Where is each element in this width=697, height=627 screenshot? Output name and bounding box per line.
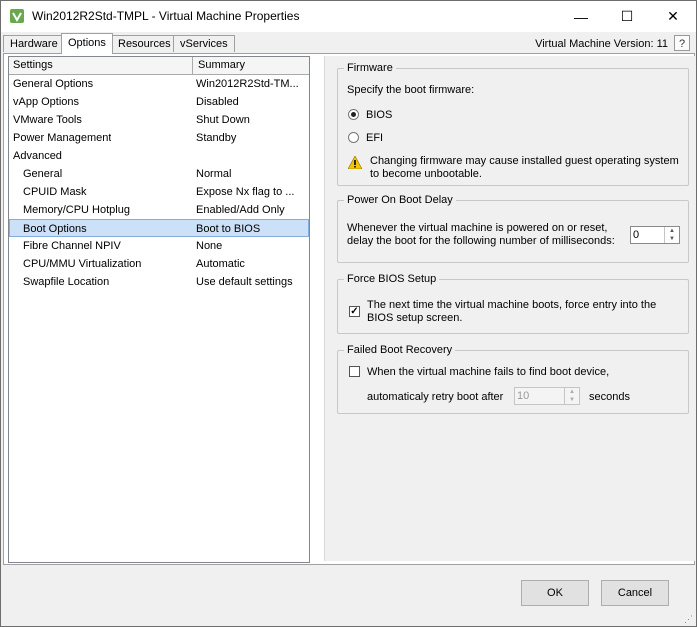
retry-delay-spinner[interactable]: ▲ ▼ xyxy=(514,387,580,405)
settings-row-general-options[interactable]: General Options Win2012R2Std-TM... xyxy=(9,75,309,93)
settings-row-swapfile-location[interactable]: Swapfile Location Use default settings xyxy=(9,273,309,291)
setting-summary: None xyxy=(196,240,223,252)
force-bios-group-title: Force BIOS Setup xyxy=(344,273,440,285)
help-button[interactable]: ? xyxy=(674,35,690,51)
setting-summary: Win2012R2Std-TM... xyxy=(196,78,299,90)
vsphere-app-icon xyxy=(10,9,24,23)
setting-label: vApp Options xyxy=(13,96,80,108)
settings-row-vmware-tools[interactable]: VMware Tools Shut Down xyxy=(9,111,309,129)
radio-efi[interactable] xyxy=(348,132,359,143)
tab-options[interactable]: Options xyxy=(61,33,113,54)
tab-hardware[interactable]: Hardware xyxy=(3,35,65,52)
retry-prefix-label: automaticaly retry boot after xyxy=(367,391,504,403)
boot-delay-group-title: Power On Boot Delay xyxy=(344,194,456,206)
setting-summary: Standby xyxy=(196,132,237,144)
settings-list-header: Settings Summary xyxy=(9,57,309,75)
spin-down-icon[interactable]: ▼ xyxy=(565,396,579,404)
settings-row-vapp-options[interactable]: vApp Options Disabled xyxy=(9,93,309,111)
settings-row-fibre-channel-npiv[interactable]: Fibre Channel NPIV None xyxy=(9,237,309,255)
setting-label: VMware Tools xyxy=(13,114,82,126)
tab-strip: Hardware Options Resources vServices Vir… xyxy=(1,32,696,54)
setting-label: Fibre Channel NPIV xyxy=(23,240,121,252)
settings-row-memory-cpu-hotplug[interactable]: Memory/CPU Hotplug Enabled/Add Only xyxy=(9,201,309,219)
radio-bios-label[interactable]: BIOS xyxy=(366,109,392,122)
settings-row-cpu-mmu-virtualization[interactable]: CPU/MMU Virtualization Automatic xyxy=(9,255,309,273)
firmware-group-title: Firmware xyxy=(344,62,396,74)
firmware-warning-line1: Changing firmware may cause installed gu… xyxy=(370,155,679,167)
setting-summary: Boot to BIOS xyxy=(196,223,261,235)
force-bios-line2[interactable]: BIOS setup screen. xyxy=(367,312,462,325)
minimize-icon: — xyxy=(574,8,588,25)
setting-label: Memory/CPU Hotplug xyxy=(23,204,130,216)
minimize-button[interactable]: — xyxy=(558,1,604,32)
settings-row-boot-options[interactable]: Boot Options Boot to BIOS xyxy=(9,219,309,237)
firmware-prompt: Specify the boot firmware: xyxy=(347,84,475,96)
setting-summary: Normal xyxy=(196,168,232,180)
column-header-settings[interactable]: Settings xyxy=(9,57,193,74)
boot-delay-spin-arrows: ▲ ▼ xyxy=(664,227,679,243)
warning-icon xyxy=(348,156,362,169)
setting-label: Advanced xyxy=(13,150,62,162)
options-tab-content: Settings Summary General Options Win2012… xyxy=(3,53,695,565)
boot-delay-line2: delay the boot for the following number … xyxy=(347,235,615,247)
settings-row-power-management[interactable]: Power Management Standby xyxy=(9,129,309,147)
close-icon: ✕ xyxy=(667,8,679,24)
maximize-button[interactable]: ☐ xyxy=(604,1,650,32)
boot-delay-input[interactable] xyxy=(633,228,663,242)
spin-up-icon[interactable]: ▲ xyxy=(565,388,579,396)
failed-boot-group: Failed Boot Recovery When the virtual ma… xyxy=(337,344,689,414)
window-title: Win2012R2Std-TMPL - Virtual Machine Prop… xyxy=(32,9,300,23)
failed-boot-group-title: Failed Boot Recovery xyxy=(344,344,456,356)
settings-list: Settings Summary General Options Win2012… xyxy=(8,56,310,563)
retry-delay-spin-arrows: ▲ ▼ xyxy=(564,388,579,404)
maximize-icon: ☐ xyxy=(620,8,634,24)
force-bios-group: Force BIOS Setup ✓ The next time the vir… xyxy=(337,273,689,334)
settings-row-cpuid-mask[interactable]: CPUID Mask Expose Nx flag to ... xyxy=(9,183,309,201)
force-bios-line1[interactable]: The next time the virtual machine boots,… xyxy=(367,299,656,312)
setting-summary: Disabled xyxy=(196,96,239,108)
firmware-group: Firmware Specify the boot firmware: BIOS… xyxy=(337,62,689,186)
vm-properties-window: Win2012R2Std-TMPL - Virtual Machine Prop… xyxy=(0,0,697,627)
setting-label: General xyxy=(23,168,63,180)
close-button[interactable]: ✕ xyxy=(650,1,696,32)
setting-label: Power Management xyxy=(13,132,112,144)
failed-boot-line1[interactable]: When the virtual machine fails to find b… xyxy=(367,366,609,379)
retry-suffix-label: seconds xyxy=(589,391,630,403)
settings-row-advanced[interactable]: Advanced xyxy=(9,147,309,165)
spin-down-icon[interactable]: ▼ xyxy=(665,235,679,243)
tab-vservices[interactable]: vServices xyxy=(173,35,235,52)
setting-label: Swapfile Location xyxy=(23,276,110,288)
setting-label: General Options xyxy=(13,78,94,90)
boot-delay-group: Power On Boot Delay Whenever the virtual… xyxy=(337,194,689,263)
setting-label: Boot Options xyxy=(23,223,87,235)
firmware-warning-line2: to become unbootable. xyxy=(370,168,482,180)
setting-label: CPU/MMU Virtualization xyxy=(23,258,142,270)
resize-grip-icon[interactable]: ⋰ xyxy=(684,614,694,624)
setting-summary: Use default settings xyxy=(196,276,293,288)
column-header-summary[interactable]: Summary xyxy=(194,57,308,74)
retry-delay-input[interactable] xyxy=(517,389,563,403)
dialog-button-bar: OK Cancel ⋰ xyxy=(1,565,696,626)
boot-delay-spinner[interactable]: ▲ ▼ xyxy=(630,226,680,244)
setting-summary: Expose Nx flag to ... xyxy=(196,186,295,198)
help-icon: ? xyxy=(678,38,686,50)
ok-button[interactable]: OK xyxy=(521,580,589,606)
settings-row-general[interactable]: General Normal xyxy=(9,165,309,183)
radio-bios[interactable] xyxy=(348,109,359,120)
setting-label: CPUID Mask xyxy=(23,186,87,198)
cancel-button[interactable]: Cancel xyxy=(601,580,669,606)
spin-up-icon[interactable]: ▲ xyxy=(665,227,679,235)
tab-resources[interactable]: Resources xyxy=(111,35,178,52)
boot-delay-line1: Whenever the virtual machine is powered … xyxy=(347,222,608,234)
boot-options-panel: Firmware Specify the boot firmware: BIOS… xyxy=(324,56,695,561)
title-bar: Win2012R2Std-TMPL - Virtual Machine Prop… xyxy=(1,1,696,32)
force-bios-checkbox[interactable]: ✓ xyxy=(349,306,360,317)
setting-summary: Shut Down xyxy=(196,114,250,126)
failed-boot-checkbox[interactable] xyxy=(349,366,360,377)
radio-efi-label[interactable]: EFI xyxy=(366,132,383,145)
vm-version-label: Virtual Machine Version: 11 xyxy=(535,38,668,50)
setting-summary: Automatic xyxy=(196,258,245,270)
setting-summary: Enabled/Add Only xyxy=(196,204,285,216)
